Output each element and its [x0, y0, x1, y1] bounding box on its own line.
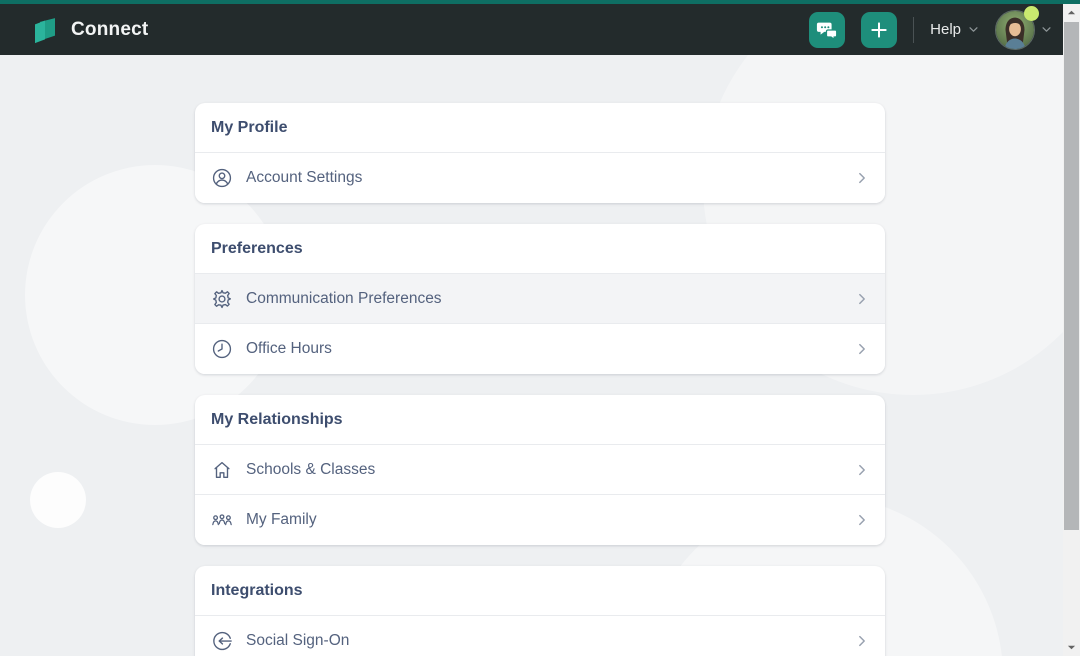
- section-my-relationships: My Relationships Schools & Classes My Fa…: [195, 395, 885, 545]
- help-menu[interactable]: Help: [930, 21, 979, 38]
- menu-item-schools-classes[interactable]: Schools & Classes: [195, 445, 885, 495]
- section-integrations: Integrations Social Sign-On: [195, 566, 885, 656]
- chevron-right-icon: [859, 514, 865, 526]
- chevron-right-icon: [859, 464, 865, 475]
- menu-item-account-settings[interactable]: Account Settings: [195, 153, 885, 203]
- menu-item-my-family[interactable]: My Family: [195, 495, 885, 545]
- section-header: Integrations: [195, 566, 885, 616]
- section-header: My Relationships: [195, 395, 885, 445]
- help-label: Help: [930, 21, 961, 38]
- menu-item-office-hours[interactable]: Office Hours: [195, 324, 885, 374]
- menu-item-label: Social Sign-On: [246, 632, 350, 649]
- clock-icon: [211, 338, 233, 360]
- menu-item-social-sign-on[interactable]: Social Sign-On: [195, 616, 885, 656]
- menu-item-label: Account Settings: [246, 169, 363, 186]
- section-title: Integrations: [211, 581, 303, 599]
- user-circle-icon: [211, 167, 233, 189]
- create-button[interactable]: [861, 11, 898, 48]
- house-icon: [211, 459, 233, 481]
- section-title: My Relationships: [211, 410, 343, 428]
- section-my-profile: My Profile Account Settings: [195, 103, 885, 203]
- chevron-down-icon: [1042, 27, 1051, 32]
- scrollbar-thumb[interactable]: [1064, 22, 1079, 530]
- menu-item-label: Communication Preferences: [246, 289, 442, 307]
- book-logo-icon: [35, 17, 55, 43]
- sign-on-icon: [211, 630, 233, 652]
- scroll-down-arrow-icon[interactable]: [1063, 639, 1080, 656]
- menu-item-communication-preferences[interactable]: Communication Preferences: [195, 274, 885, 324]
- brand[interactable]: Connect: [30, 15, 148, 45]
- menu-item-label: My Family: [246, 511, 317, 528]
- vertical-scrollbar[interactable]: [1063, 4, 1080, 656]
- chat-bubbles-icon: [817, 22, 838, 41]
- settings-page: My Profile Account Settings Preferences: [0, 55, 1080, 656]
- plus-icon: [871, 21, 887, 38]
- chevron-right-icon: [859, 343, 865, 355]
- section-title: My Profile: [211, 118, 288, 136]
- topbar-divider: [913, 16, 915, 43]
- section-preferences: Preferences Communication Preferences Of…: [195, 224, 885, 374]
- chevron-down-icon: [969, 27, 978, 32]
- chevron-right-icon: [859, 635, 865, 647]
- section-title: Preferences: [211, 239, 303, 257]
- app-title: Connect: [71, 18, 149, 40]
- menu-item-label: Office Hours: [246, 340, 332, 357]
- family-icon: [211, 509, 233, 531]
- chevron-right-icon: [859, 293, 865, 304]
- top-navigation-bar: Connect Help: [0, 0, 1080, 55]
- section-header: My Profile: [195, 103, 885, 153]
- messages-button[interactable]: [809, 11, 846, 48]
- gear-icon: [211, 288, 233, 310]
- online-status-dot: [1024, 5, 1039, 21]
- section-header: Preferences: [195, 224, 885, 274]
- menu-item-label: Schools & Classes: [246, 460, 376, 478]
- account-menu[interactable]: [995, 5, 1052, 50]
- chevron-right-icon: [859, 172, 865, 184]
- scroll-up-arrow-icon[interactable]: [1063, 4, 1080, 21]
